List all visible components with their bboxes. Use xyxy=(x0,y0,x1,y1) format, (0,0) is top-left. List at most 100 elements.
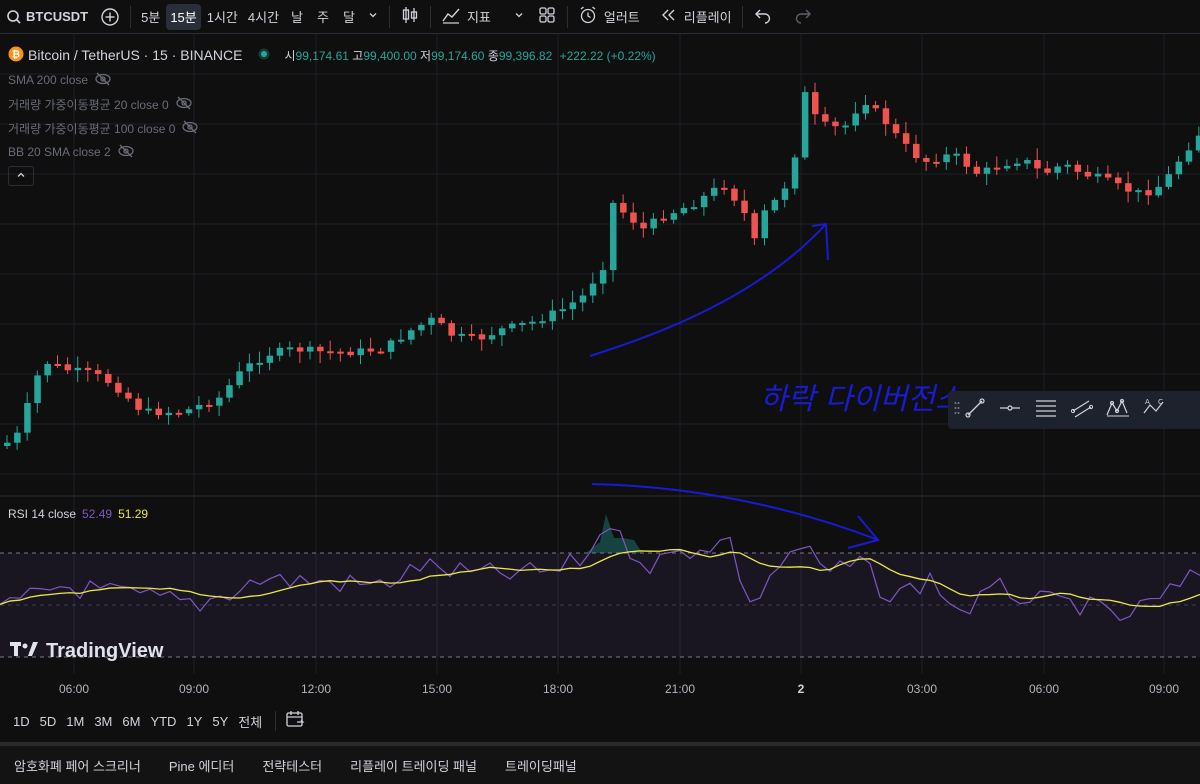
time-tick-day: 2 xyxy=(797,682,805,696)
replay-label: 리플레이 xyxy=(683,10,732,25)
eye-off-icon[interactable] xyxy=(181,120,199,137)
timeframe-week[interactable]: 주 xyxy=(311,4,335,30)
candle-body xyxy=(670,213,678,220)
rsi-legend: RSI 14 close 52.49 51.29 xyxy=(8,507,148,521)
tab-trading-panel[interactable]: 트레이딩패널 xyxy=(505,756,577,775)
tab-pine-editor[interactable]: Pine 에디터 xyxy=(169,756,235,775)
candle-body xyxy=(448,323,455,336)
candle-body xyxy=(781,188,789,200)
indicator-vwma20[interactable]: 거래량 가중이동평균 20 close 0 xyxy=(8,92,656,116)
chart-type-button[interactable] xyxy=(394,0,426,34)
candle-body xyxy=(599,270,607,284)
symbol-legend: ₿ Bitcoin / TetherUS · 15 · BINANCE 시99,… xyxy=(8,46,656,64)
candle-body xyxy=(892,124,900,134)
parallel-channel-button[interactable] xyxy=(1064,391,1100,429)
time-tick: 09:00 xyxy=(1148,682,1180,696)
abcd-pattern-button[interactable]: AC xyxy=(1136,391,1172,429)
compare-button[interactable] xyxy=(94,0,126,34)
market-status-icon[interactable] xyxy=(258,48,270,63)
timeframe-5m[interactable]: 5분 xyxy=(137,4,164,30)
range-ytd[interactable]: YTD xyxy=(145,714,181,729)
eye-off-icon[interactable] xyxy=(117,144,135,161)
collapse-legend-button[interactable] xyxy=(8,166,34,186)
range-1m[interactable]: 1M xyxy=(61,714,89,729)
rsi-ma-value: 51.29 xyxy=(118,507,149,521)
range-5d[interactable]: 5D xyxy=(35,714,62,729)
layouts-button[interactable] xyxy=(531,0,563,34)
tab-crypto-screener[interactable]: 암호화폐 페어 스크리너 xyxy=(14,756,141,775)
candle-body xyxy=(640,222,647,229)
goto-date-button[interactable] xyxy=(284,709,306,734)
candle-body xyxy=(105,373,112,383)
range-3m[interactable]: 3M xyxy=(89,714,117,729)
candle-body xyxy=(44,363,51,376)
candle-body xyxy=(902,133,910,144)
time-tick: 12:00 xyxy=(300,682,332,696)
candle-body xyxy=(498,328,506,336)
pattern-button[interactable] xyxy=(1100,391,1136,429)
time-tick: 21:00 xyxy=(664,682,696,696)
tradingview-logo[interactable]: TradingView xyxy=(10,640,163,663)
fib-lines-icon xyxy=(1034,397,1058,424)
timeframe-dropdown[interactable] xyxy=(363,4,383,30)
candle-body xyxy=(1064,164,1071,167)
undo-button[interactable] xyxy=(747,0,779,34)
abcd-pattern-icon: AC xyxy=(1141,397,1167,424)
candle-body xyxy=(751,213,758,239)
candle-body xyxy=(1084,171,1092,177)
fib-retracement-button[interactable] xyxy=(1028,391,1064,429)
candle-body xyxy=(1044,168,1051,173)
divergence-text: 하락 다이버전스 xyxy=(760,382,963,417)
candle-body xyxy=(64,364,72,371)
chevron-down-icon xyxy=(367,9,379,24)
time-tick: 09:00 xyxy=(178,682,210,696)
horizontal-ray-button[interactable] xyxy=(992,391,1028,429)
range-all[interactable]: 전체 xyxy=(233,712,267,731)
range-1d[interactable]: 1D xyxy=(8,714,35,729)
time-axis[interactable]: 06:00 09:00 12:00 15:00 18:00 21:00 2 03… xyxy=(0,676,1200,702)
candle-body xyxy=(418,324,425,331)
timeframe-4h[interactable]: 4시간 xyxy=(244,4,283,30)
range-1y[interactable]: 1Y xyxy=(181,714,207,729)
candle-body xyxy=(286,347,294,350)
tab-replay-trading-panel[interactable]: 리플레이 트레이딩 패널 xyxy=(350,756,477,775)
indicators-label: 지표 xyxy=(466,10,491,25)
indicator-bb[interactable]: BB 20 SMA close 2 xyxy=(8,140,656,164)
candle-body xyxy=(1074,164,1082,172)
drag-handle[interactable] xyxy=(948,391,992,429)
timeframe-15m[interactable]: 15분 xyxy=(166,3,201,30)
candle-body xyxy=(852,113,859,126)
replay-button[interactable]: 리플레이 xyxy=(654,0,738,34)
candle-body xyxy=(185,409,193,414)
candle-body xyxy=(387,340,395,352)
candle-body xyxy=(337,351,344,354)
timeframe-month[interactable]: 달 xyxy=(337,4,361,30)
trend-line-icon[interactable] xyxy=(964,397,986,424)
high-key: 고 xyxy=(352,48,364,63)
candle-body xyxy=(266,355,274,363)
redo-button[interactable] xyxy=(787,0,819,34)
alert-label: 얼러트 xyxy=(603,10,640,25)
candle-body xyxy=(276,347,284,356)
change-value: +222.22 (+0.22%) xyxy=(559,48,656,63)
indicator-sma200[interactable]: SMA 200 close xyxy=(8,68,656,92)
candle-body xyxy=(973,166,981,174)
rsi-value: 52.49 xyxy=(82,507,113,521)
timeframe-1h[interactable]: 1시간 xyxy=(203,4,242,30)
indicators-button[interactable]: 지표 xyxy=(435,0,497,34)
timeframe-day[interactable]: 날 xyxy=(285,4,309,30)
svg-text:A: A xyxy=(1145,398,1150,406)
eye-off-icon[interactable] xyxy=(175,96,193,113)
candle-body xyxy=(1195,135,1200,151)
eye-off-icon[interactable] xyxy=(94,72,112,89)
alert-button[interactable]: 얼러트 xyxy=(572,0,646,34)
range-6m[interactable]: 6M xyxy=(117,714,145,729)
indicators-dropdown[interactable] xyxy=(507,0,531,34)
grid-icon xyxy=(537,5,557,28)
candle-body xyxy=(983,167,991,174)
divider xyxy=(388,5,390,28)
symbol-search[interactable]: BTCUSDT xyxy=(0,0,94,34)
range-5y[interactable]: 5Y xyxy=(207,714,233,729)
tab-strategy-tester[interactable]: 전략테스터 xyxy=(262,756,322,775)
indicator-vwma100[interactable]: 거래량 가중이동평균 100 close 0 xyxy=(8,116,656,140)
